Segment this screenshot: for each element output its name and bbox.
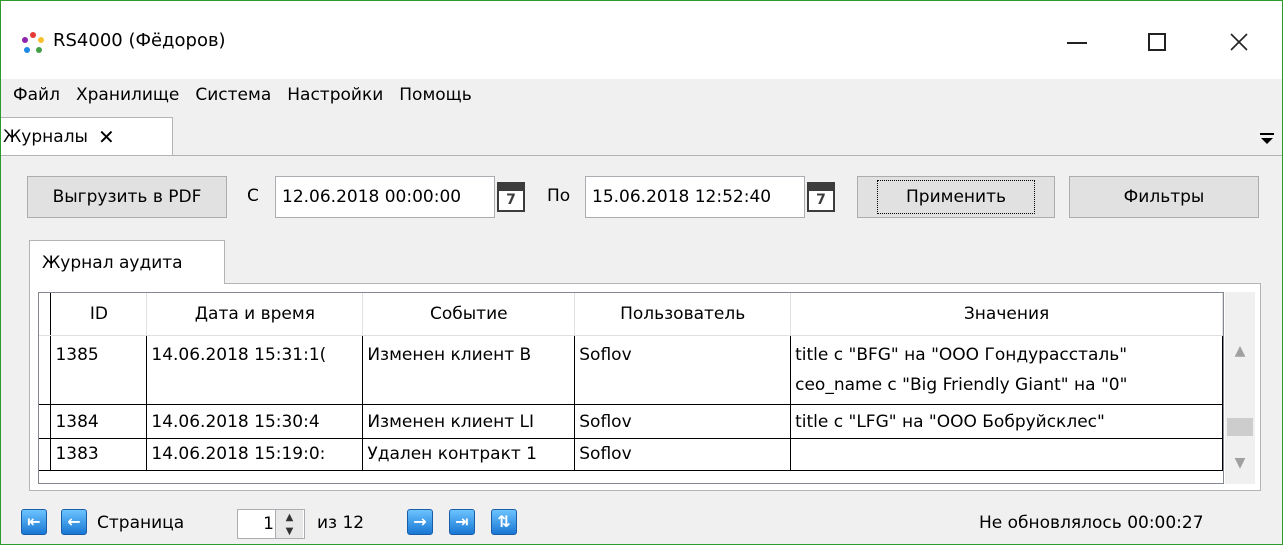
table-row[interactable]: 1384 14.06.2018 15:30:4 Изменен клиент L… xyxy=(39,404,1223,439)
minimize-icon xyxy=(1067,42,1087,44)
from-label: С xyxy=(247,186,259,206)
menu-storage[interactable]: Хранилище xyxy=(68,85,187,105)
cell-id: 1383 xyxy=(50,438,148,471)
audit-log-table: ID Дата и время Событие Пользователь Зна… xyxy=(38,292,1224,484)
journals-panel: Выгрузить в PDF С 12.06.2018 00:00:00 7 … xyxy=(1,155,1282,544)
menu-settings[interactable]: Настройки xyxy=(279,85,391,105)
cell-datetime: 14.06.2018 15:31:1( xyxy=(146,335,364,405)
apply-button[interactable]: Применить xyxy=(857,176,1055,218)
app-window: RS4000 (Фёдоров) Файл Хранилище Система … xyxy=(0,0,1283,545)
apply-button-label: Применить xyxy=(877,180,1035,214)
calendar-icon[interactable]: 7 xyxy=(807,182,835,212)
tab-journals-label: Журналы xyxy=(3,126,88,147)
column-header-datetime[interactable]: Дата и время xyxy=(146,293,364,336)
cell-values xyxy=(790,438,1223,471)
cell-values: title с "BFG" на "ООО Гондурассталь" ceo… xyxy=(790,335,1223,405)
last-page-icon: ⇥ xyxy=(449,509,475,535)
calendar-icon[interactable]: 7 xyxy=(497,182,525,212)
row-header-corner xyxy=(39,293,52,336)
column-header-id[interactable]: ID xyxy=(50,293,148,336)
tab-close-icon[interactable]: ✕ xyxy=(98,125,115,149)
cell-user: Soflov xyxy=(574,335,792,405)
row-header[interactable] xyxy=(39,438,52,471)
spin-down-icon[interactable]: ▼ xyxy=(276,524,303,538)
spin-up-icon[interactable]: ▲ xyxy=(276,510,303,524)
tab-audit-log[interactable]: Журнал аудита xyxy=(29,240,225,284)
value-line: title с "LFG" на "ООО Бобруйсклес" xyxy=(795,411,1105,432)
menu-system[interactable]: Система xyxy=(187,85,279,105)
to-label: По xyxy=(547,186,571,206)
row-header[interactable] xyxy=(39,404,52,439)
date-from-input[interactable]: 12.06.2018 00:00:00 xyxy=(275,176,495,218)
app-icon xyxy=(22,32,44,53)
cell-event: Изменен клиент LI xyxy=(362,404,576,439)
row-header[interactable] xyxy=(39,335,52,405)
prev-page-icon: ← xyxy=(61,509,87,535)
menu-bar: Файл Хранилище Система Настройки Помощь xyxy=(1,79,1282,111)
prev-page-button[interactable]: ← xyxy=(59,507,89,537)
value-line: ceo_name с "Big Friendly Giant" на "0" xyxy=(795,374,1128,395)
maximize-icon xyxy=(1148,33,1166,51)
filters-button[interactable]: Фильтры xyxy=(1069,176,1259,218)
tab-journals[interactable]: Журналы ✕ xyxy=(1,117,173,155)
table-row[interactable]: 1385 14.06.2018 15:31:1( Изменен клиент … xyxy=(39,335,1223,405)
cell-datetime: 14.06.2018 15:19:0: xyxy=(146,438,364,471)
scroll-up-icon[interactable]: ▲ xyxy=(1225,336,1255,366)
cell-user: Soflov xyxy=(574,404,792,439)
cell-user: Soflov xyxy=(574,438,792,471)
menu-file[interactable]: Файл xyxy=(5,85,68,105)
cell-id: 1384 xyxy=(50,404,148,439)
audit-log-panel: ID Дата и время Событие Пользователь Зна… xyxy=(29,283,1261,491)
refresh-button[interactable]: ⇅ xyxy=(489,507,519,537)
tab-list-menu-icon[interactable] xyxy=(1260,133,1274,147)
document-tab-strip: Журналы ✕ xyxy=(1,111,1282,155)
export-pdf-button[interactable]: Выгрузить в PDF xyxy=(27,176,227,218)
table-row[interactable]: 1383 14.06.2018 15:19:0: Удален контракт… xyxy=(39,438,1223,471)
cell-values: title с "LFG" на "ООО Бобруйсклес" xyxy=(790,404,1223,439)
title-bar: RS4000 (Фёдоров) xyxy=(1,1,1282,79)
refresh-icon: ⇅ xyxy=(491,509,517,535)
close-window-button[interactable] xyxy=(1207,19,1271,65)
minimize-button[interactable] xyxy=(1045,19,1109,65)
cell-datetime: 14.06.2018 15:30:4 xyxy=(146,404,364,439)
column-header-values[interactable]: Значения xyxy=(790,293,1223,336)
window-title: RS4000 (Фёдоров) xyxy=(53,30,226,51)
column-header-user[interactable]: Пользователь xyxy=(574,293,792,336)
date-to-input[interactable]: 15.06.2018 12:52:40 xyxy=(585,176,805,218)
last-page-button[interactable]: ⇥ xyxy=(447,507,477,537)
column-header-event[interactable]: Событие xyxy=(362,293,576,336)
next-page-icon: → xyxy=(407,509,433,535)
scroll-down-icon[interactable]: ▼ xyxy=(1225,448,1255,478)
maximize-button[interactable] xyxy=(1125,19,1189,65)
next-page-button[interactable]: → xyxy=(405,507,435,537)
first-page-icon: ⇤ xyxy=(21,509,47,535)
scroll-thumb[interactable] xyxy=(1227,418,1253,436)
pager-bar: ⇤ ← Страница 1 ▲ ▼ из 12 → ⇥ ⇅ Не обновл… xyxy=(1,501,1282,545)
page-label: Страница xyxy=(97,513,185,533)
cell-event: Удален контракт 1 xyxy=(362,438,576,471)
cell-id: 1385 xyxy=(50,335,148,405)
first-page-button[interactable]: ⇤ xyxy=(19,507,49,537)
close-icon xyxy=(1230,33,1248,51)
page-spinner[interactable]: ▲ ▼ xyxy=(275,510,303,538)
menu-help[interactable]: Помощь xyxy=(391,85,479,105)
value-line: title с "BFG" на "ООО Гондурассталь" xyxy=(795,344,1128,365)
cell-event: Изменен клиент В xyxy=(362,335,576,405)
page-count-label: из 12 xyxy=(317,513,365,533)
vertical-scrollbar[interactable]: ▲ ▼ xyxy=(1225,292,1255,484)
update-status: Не обновлялось 00:00:27 xyxy=(979,513,1204,533)
